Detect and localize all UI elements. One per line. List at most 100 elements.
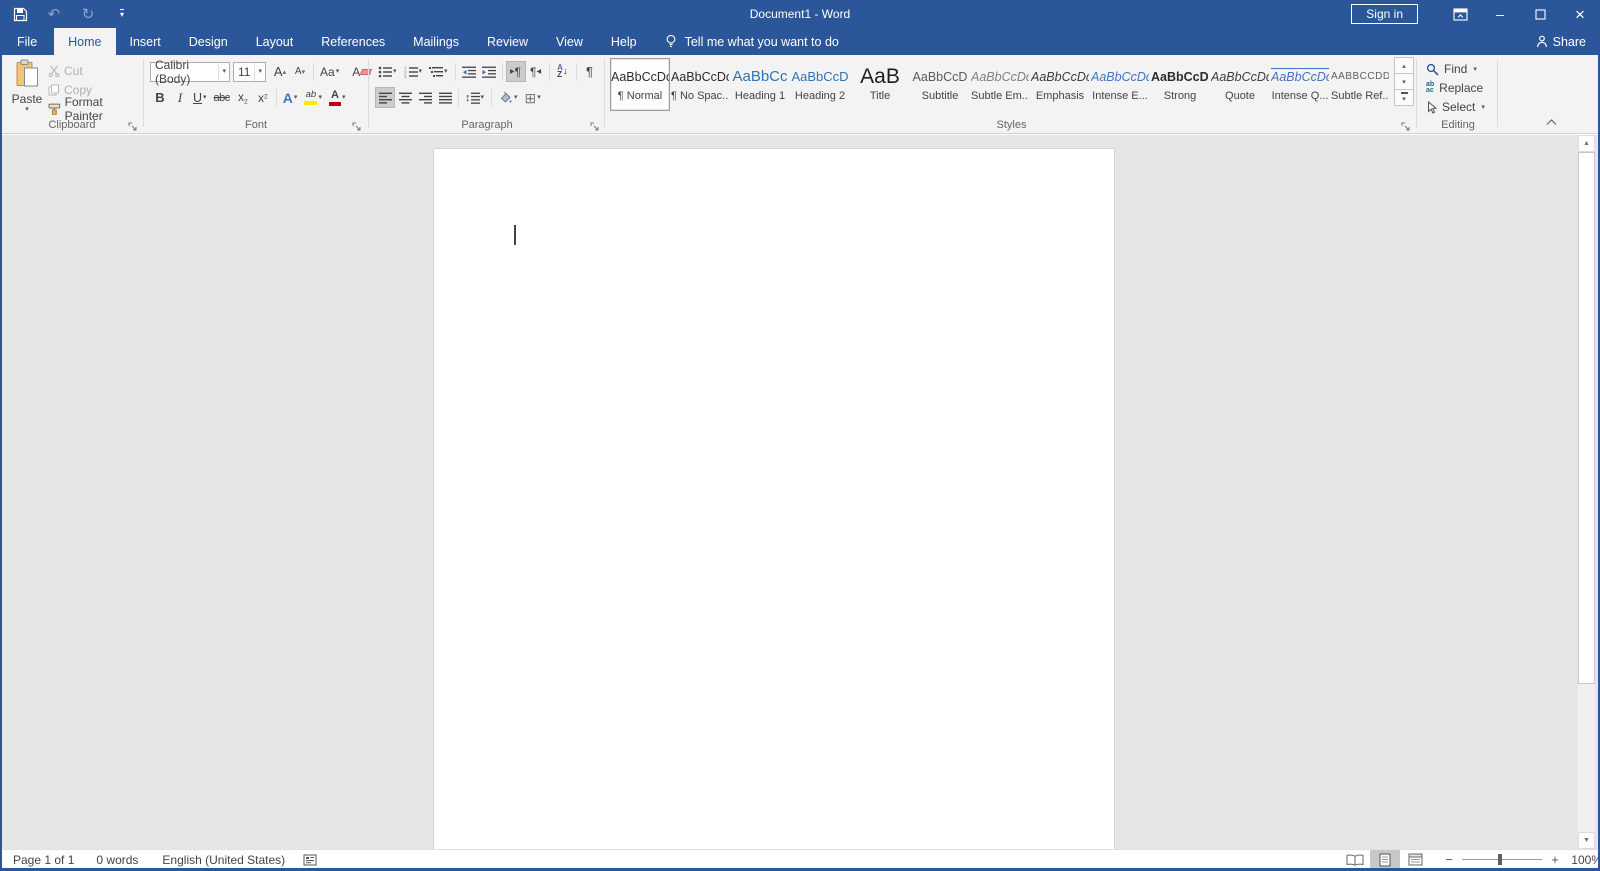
change-case-button[interactable]: Aa▾: [317, 61, 343, 82]
style-subtle-reference[interactable]: AABBCCDD Subtle Ref...: [1330, 58, 1390, 111]
paragraph-dialog-launcher[interactable]: [590, 119, 601, 130]
format-painter-button[interactable]: Format Painter: [48, 100, 142, 118]
style-heading-1[interactable]: AaBbCc Heading 1: [730, 58, 790, 111]
font-dialog-launcher[interactable]: [352, 119, 363, 130]
underline-button[interactable]: U▾: [190, 87, 211, 108]
font-color-button[interactable]: A ▾: [326, 87, 350, 108]
style-quote[interactable]: AaBbCcDc Quote: [1210, 58, 1270, 111]
strikethrough-button[interactable]: abc: [211, 87, 233, 108]
increase-indent-button[interactable]: [479, 61, 499, 82]
tell-me-box[interactable]: Tell me what you want to do: [665, 28, 839, 55]
style-name: Emphasis: [1031, 90, 1089, 102]
language-indicator[interactable]: English (United States): [157, 850, 290, 869]
tab-insert[interactable]: Insert: [116, 28, 175, 55]
align-center-button[interactable]: [395, 87, 415, 108]
styles-group-label: Styles: [608, 119, 1415, 131]
tab-view[interactable]: View: [542, 28, 597, 55]
ribbon-display-options-button[interactable]: [1440, 0, 1480, 28]
shrink-font-button[interactable]: A▾: [290, 61, 310, 82]
justify-button[interactable]: [435, 87, 455, 108]
paragraph-group: ▾ 123 ▾ ▾: [371, 55, 603, 133]
style-no-spacing[interactable]: AaBbCcDc ¶ No Spac...: [670, 58, 730, 111]
italic-button[interactable]: I: [170, 87, 190, 108]
replace-button[interactable]: ab ac Replace: [1426, 79, 1483, 97]
align-right-button[interactable]: [415, 87, 435, 108]
find-button[interactable]: Find ▾: [1426, 60, 1478, 78]
style-title[interactable]: AaB Title: [850, 58, 910, 111]
page-indicator[interactable]: Page 1 of 1: [8, 850, 79, 869]
shading-button[interactable]: ▾: [495, 87, 522, 108]
document-area[interactable]: ▲ ▼: [0, 135, 1600, 849]
tab-file[interactable]: File: [0, 28, 54, 55]
word-count[interactable]: 0 words: [91, 850, 143, 869]
styles-dialog-launcher[interactable]: [1401, 119, 1412, 130]
style-name: Subtle Ref...: [1331, 90, 1389, 102]
style-emphasis[interactable]: AaBbCcDc Emphasis: [1030, 58, 1090, 111]
superscript-button[interactable]: x2: [253, 87, 273, 108]
styles-scroll-down-button[interactable]: ▾: [1394, 73, 1414, 90]
close-button[interactable]: ×: [1560, 0, 1600, 28]
tab-references[interactable]: References: [307, 28, 399, 55]
grow-font-button[interactable]: A▴: [270, 61, 290, 82]
font-family-combobox[interactable]: Calibri (Body) ▾: [150, 62, 230, 82]
left-to-right-button[interactable]: ▶¶: [506, 61, 526, 82]
zoom-percentage[interactable]: 100%: [1564, 853, 1600, 867]
style-strong[interactable]: AaBbCcDc Strong: [1150, 58, 1210, 111]
web-layout-button[interactable]: [1400, 850, 1430, 869]
borders-button[interactable]: ⊞ ▾: [522, 87, 545, 108]
style-intense-quote[interactable]: AaBbCcDc Intense Q...: [1270, 58, 1330, 111]
text-effects-button[interactable]: A▾: [280, 87, 302, 108]
highlight-color-button[interactable]: ab ▾: [301, 87, 326, 108]
cut-button[interactable]: Cut: [48, 62, 83, 80]
vertical-scrollbar[interactable]: ▲ ▼: [1578, 135, 1595, 849]
cut-scissors-icon: [48, 65, 60, 77]
tab-layout[interactable]: Layout: [242, 28, 308, 55]
select-button[interactable]: Select ▾: [1426, 98, 1486, 116]
zoom-slider-thumb[interactable]: [1498, 854, 1502, 865]
scrollbar-thumb[interactable]: [1578, 152, 1595, 684]
sign-in-button[interactable]: Sign in: [1351, 4, 1418, 24]
style-heading-2[interactable]: AaBbCcD Heading 2: [790, 58, 850, 111]
line-spacing-button[interactable]: ↕ ▾: [462, 87, 488, 108]
proofing-status-button[interactable]: [298, 850, 322, 869]
style-subtitle[interactable]: AaBbCcD Subtitle: [910, 58, 970, 111]
tab-design[interactable]: Design: [175, 28, 242, 55]
right-to-left-button[interactable]: ¶◀: [526, 61, 546, 82]
tab-home[interactable]: Home: [54, 28, 115, 55]
collapse-ribbon-button[interactable]: [1542, 115, 1560, 129]
text-effects-letter: A: [283, 90, 293, 106]
bold-button[interactable]: B: [150, 87, 170, 108]
sort-button[interactable]: AZ ↓: [553, 61, 573, 82]
styles-gallery-more-button[interactable]: ▾: [1394, 89, 1414, 106]
show-hide-pilcrow-button[interactable]: ¶: [580, 61, 600, 82]
style-normal[interactable]: AaBbCcDc ¶ Normal: [610, 58, 670, 111]
document-page[interactable]: [433, 148, 1115, 849]
numbering-button[interactable]: 123 ▾: [401, 61, 427, 82]
print-layout-button[interactable]: [1370, 850, 1400, 869]
maximize-button[interactable]: [1520, 0, 1560, 28]
multilevel-list-button[interactable]: ▾: [426, 61, 452, 82]
font-size-combobox[interactable]: 11 ▾: [233, 62, 266, 82]
share-button[interactable]: Share: [1536, 28, 1586, 55]
tab-help[interactable]: Help: [597, 28, 651, 55]
tab-mailings[interactable]: Mailings: [399, 28, 473, 55]
subscript-button[interactable]: x2: [233, 87, 253, 108]
zoom-slider[interactable]: [1462, 859, 1542, 860]
style-intense-emphasis[interactable]: AaBbCcDc Intense E...: [1090, 58, 1150, 111]
zoom-in-button[interactable]: +: [1546, 852, 1564, 867]
scrollbar-down-button[interactable]: ▼: [1578, 832, 1595, 849]
align-left-button[interactable]: [375, 87, 395, 108]
tab-review[interactable]: Review: [473, 28, 542, 55]
minimize-button[interactable]: –: [1480, 0, 1520, 28]
zoom-out-button[interactable]: −: [1440, 852, 1458, 867]
read-mode-button[interactable]: [1340, 850, 1370, 869]
paste-button[interactable]: Paste ▾: [8, 59, 46, 121]
clipboard-dialog-launcher[interactable]: [128, 119, 139, 130]
minimize-icon: –: [1496, 7, 1504, 21]
decrease-indent-button[interactable]: [459, 61, 479, 82]
styles-scroll-up-button[interactable]: ▴: [1394, 57, 1414, 74]
bullets-button[interactable]: ▾: [375, 61, 401, 82]
styles-gallery: AaBbCcDc ¶ Normal AaBbCcDc ¶ No Spac... …: [610, 58, 1390, 111]
style-subtle-emphasis[interactable]: AaBbCcDc Subtle Em...: [970, 58, 1030, 111]
scrollbar-up-button[interactable]: ▲: [1578, 135, 1595, 152]
